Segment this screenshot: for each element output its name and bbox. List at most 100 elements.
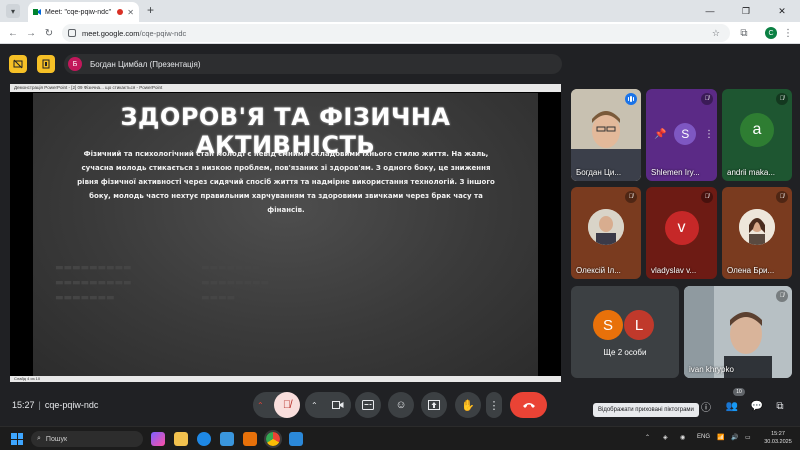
windows-start-icon[interactable]	[11, 433, 23, 445]
reactions-button[interactable]: ☺	[388, 392, 414, 418]
browser-tab-strip: ▾ Meet: "cqe-pqiw-ndc" ✕ + — ❐ ✕	[0, 0, 800, 22]
store-icon[interactable]	[220, 432, 234, 446]
tray-app-icon[interactable]: ◉	[680, 434, 685, 441]
wifi-icon[interactable]: 📶	[717, 434, 724, 441]
powerpoint-title-bar: Демонстрація PowerPoint - [2] 09 Фізична…	[10, 84, 561, 92]
recording-indicator-icon	[117, 9, 124, 15]
participant-tile[interactable]: 🎙̸ v vladyslav v...	[646, 187, 717, 279]
address-bar[interactable]: meet.google.com/cqe-pqiw-ndc ☆	[62, 24, 730, 42]
participant-name: ivan khrypko	[689, 365, 734, 374]
show-hidden-icons[interactable]: ⌃	[645, 434, 650, 441]
participant-avatar: L	[624, 310, 654, 340]
participant-name: vladyslav v...	[651, 266, 697, 275]
participant-tile[interactable]: 🎙̸ Олексій Іл...	[571, 187, 641, 279]
hidden-icons-tooltip: Відображати приховані піктограми	[593, 403, 699, 417]
forward-icon[interactable]: →	[24, 26, 38, 40]
copilot-icon[interactable]	[151, 432, 165, 446]
hang-up-icon	[522, 403, 535, 408]
mic-off-icon: 🎙̸	[776, 93, 788, 105]
screen: ▾ Meet: "cqe-pqiw-ndc" ✕ + — ❐ ✕ ← → ↻ m…	[0, 0, 800, 450]
participant-tile[interactable]: 🎙̸ 📌 S ⋮ Shlemen Iry...	[646, 89, 717, 181]
faded-text-block: ▬▬▬▬▬▬▬▬▬ ▬▬▬▬▬▬▬▬▬ ▬▬▬▬▬▬▬	[55, 263, 132, 303]
browser-menu-icon[interactable]: ⋮	[781, 26, 795, 40]
system-clock[interactable]: 15:27 30.03.2025	[760, 430, 796, 446]
mic-off-icon: 🎙̸	[701, 191, 713, 203]
presenter-label: Б Богдан Цимбал (Презентація)	[64, 54, 562, 74]
keyboard-language[interactable]: ENG	[697, 434, 710, 440]
participant-avatar: S	[593, 310, 623, 340]
participant-tile[interactable]: 🎙̸ a andrii maka...	[722, 89, 792, 181]
microphone-toggle-button[interactable]: 🎙̸	[274, 392, 300, 418]
present-screen-button[interactable]	[421, 392, 447, 418]
edge-browser-icon[interactable]	[197, 432, 211, 446]
emoji-icon: ☺	[395, 399, 407, 411]
captions-button[interactable]	[355, 392, 381, 418]
chat-icon[interactable]: 💬	[750, 399, 764, 413]
mic-off-icon: 🎙̸	[776, 290, 788, 302]
camera-icon	[332, 401, 344, 409]
participant-name: andrii maka...	[727, 168, 776, 177]
extensions-icon[interactable]: ⧉	[737, 26, 751, 40]
meeting-details-icon[interactable]: ⓘ	[699, 399, 713, 414]
chrome-icon[interactable]	[264, 430, 282, 448]
minimize-window-icon[interactable]: —	[692, 0, 728, 22]
mic-off-icon: 🎙̸	[701, 93, 713, 105]
battery-icon[interactable]: ▭	[745, 434, 751, 441]
participant-avatar: v	[664, 211, 699, 245]
participant-tile[interactable]: Богдан Ци...	[571, 89, 641, 181]
tile-hover-controls: 📌 S ⋮	[654, 123, 714, 145]
tab-title: Meet: "cqe-pqiw-ndc"	[45, 8, 112, 16]
telegram-icon[interactable]	[289, 432, 303, 446]
more-options-icon[interactable]: ⋮	[704, 129, 714, 140]
windows-taskbar: ⌕ Пошук ⌃ ◈ ◉ ENG 📶 🔊 ▭ 15:27 30.03.2025	[0, 426, 800, 450]
reload-icon[interactable]: ↻	[42, 26, 56, 40]
close-window-icon[interactable]: ✕	[764, 0, 800, 22]
participant-tile[interactable]: 🎙̸ ivan khrypko	[684, 286, 792, 378]
tray-app-icon[interactable]: ◈	[663, 434, 668, 441]
bookmark-star-icon[interactable]: ☆	[712, 28, 720, 39]
speaking-indicator-icon	[625, 93, 637, 105]
participant-tile[interactable]: 🎙̸ Олена Бри...	[722, 187, 792, 279]
video-options-chevron-icon[interactable]: ⌃	[311, 401, 318, 410]
raise-hand-button[interactable]: ✋	[455, 392, 481, 418]
camera-toggle-button[interactable]	[325, 392, 351, 418]
more-participants-tile[interactable]: S L Ще 2 особи	[571, 286, 679, 378]
window-controls: — ❐ ✕	[692, 0, 800, 22]
faded-text-block: ▬▬▬▬▬▬▬ ▬▬▬▬▬▬▬▬ ▬▬▬▬	[201, 263, 270, 303]
file-explorer-icon[interactable]	[174, 432, 188, 446]
pin-icon[interactable]: 📌	[654, 129, 666, 140]
participant-name: Shlemen Iry...	[651, 168, 700, 177]
audio-options-chevron-icon[interactable]: ⌃	[257, 401, 264, 410]
site-info-icon[interactable]	[68, 29, 76, 37]
presenter-avatar: Б	[68, 57, 82, 71]
system-time: 15:27	[771, 431, 785, 437]
powerpoint-status-bar: Слайд 4 из 10	[10, 376, 561, 382]
browser-toolbar: ← → ↻ meet.google.com/cqe-pqiw-ndc ☆ ⧉ C…	[0, 22, 800, 44]
presentation-header: Б Богдан Цимбал (Презентація)	[0, 45, 800, 83]
participant-photo	[588, 209, 624, 245]
soundcloud-icon[interactable]	[243, 432, 257, 446]
back-icon[interactable]: ←	[6, 26, 20, 40]
participant-avatar: a	[740, 113, 774, 147]
more-options-button[interactable]: ⋮	[486, 392, 502, 418]
meeting-info: 15:27 | cqe-pqiw-ndc	[12, 400, 98, 410]
profile-avatar[interactable]: C	[765, 27, 777, 39]
hand-icon: ✋	[461, 399, 475, 412]
new-tab-icon[interactable]: +	[147, 3, 154, 17]
tab-search-icon[interactable]: ▾	[6, 4, 20, 18]
url-path: /cqe-pqiw-ndc	[139, 28, 187, 38]
stop-presenting-icon[interactable]	[9, 55, 27, 73]
maximize-window-icon[interactable]: ❐	[728, 0, 764, 22]
volume-icon[interactable]: 🔊	[731, 434, 738, 441]
mic-off-icon: 🎙̸	[776, 191, 788, 203]
browser-tab-meet[interactable]: Meet: "cqe-pqiw-ndc" ✕	[28, 2, 139, 22]
present-layout-icon[interactable]	[37, 55, 55, 73]
url-host: meet.google.com	[82, 28, 140, 38]
present-screen-icon	[428, 400, 440, 410]
current-time: 15:27	[12, 400, 35, 410]
activities-icon[interactable]: ⧉	[773, 399, 787, 413]
close-tab-icon[interactable]: ✕	[127, 8, 134, 17]
taskbar-search[interactable]: ⌕ Пошук	[31, 431, 143, 447]
leave-call-button[interactable]	[510, 392, 547, 418]
people-icon[interactable]: 👥	[725, 399, 739, 413]
